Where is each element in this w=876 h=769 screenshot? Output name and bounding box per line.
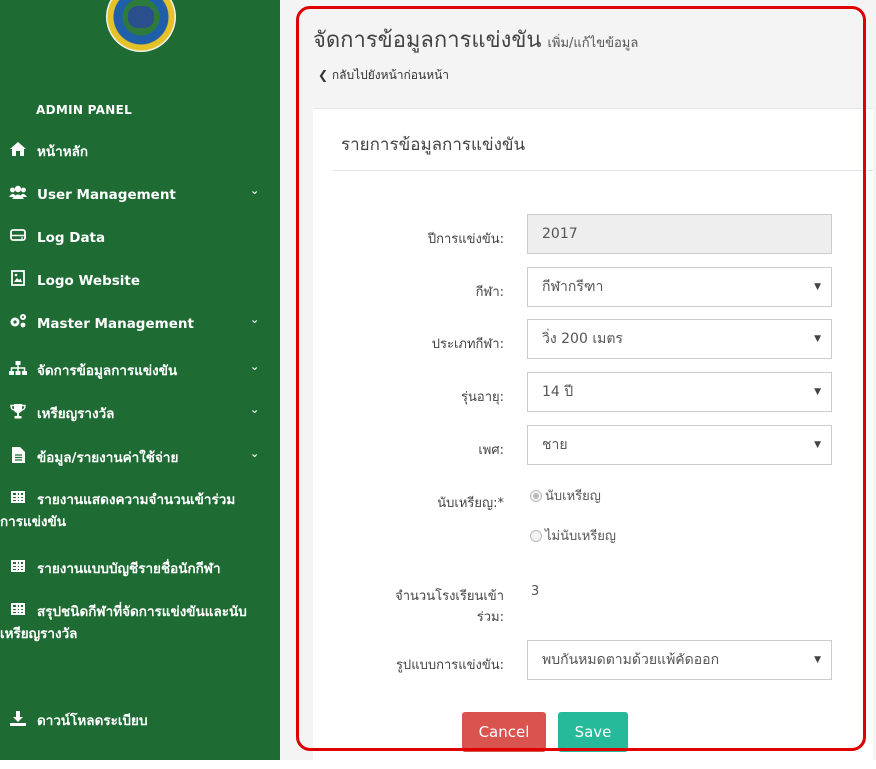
file-icon	[9, 447, 27, 463]
download-icon	[9, 710, 27, 726]
institution-logo	[106, 0, 176, 52]
chevron-down-icon: ⌄	[250, 360, 260, 373]
sidebar-item-logo-website[interactable]: Logo Website	[0, 270, 280, 292]
hdd-icon	[9, 227, 27, 243]
sidebar-item-log-data[interactable]: Log Data	[0, 227, 280, 249]
home-icon	[9, 141, 27, 157]
sidebar-item-label: ข้อมูล/รายงานค่าใช้จ่าย	[37, 450, 179, 466]
sidebar-item-label: สรุปชนิดกีฬาที่จัดการแข่งขันและนับเหรียญ…	[0, 604, 247, 642]
sidebar-item-label: Logo Website	[37, 273, 141, 289]
sidebar-item-label: ดาวน์โหลดระเบียบ	[37, 713, 148, 729]
cogs-icon	[9, 313, 27, 329]
sidebar-item-medals[interactable]: เหรียญรางวัล ⌄	[0, 403, 280, 425]
chevron-down-icon: ⌄	[250, 447, 260, 460]
sidebar-item-master-management[interactable]: Master Management ⌄	[0, 313, 280, 335]
sidebar-item-label: จัดการข้อมูลการแข่งขัน	[37, 363, 178, 379]
sidebar-item-user-management[interactable]: User Management ⌄	[0, 184, 280, 206]
sidebar-item-expenses[interactable]: ข้อมูล/รายงานค่าใช้จ่าย ⌄	[0, 447, 280, 469]
sitemap-icon	[9, 360, 27, 376]
sidebar-item-competition-data[interactable]: จัดการข้อมูลการแข่งขัน ⌄	[0, 360, 280, 382]
sidebar-item-sports-summary[interactable]: สรุปชนิดกีฬาที่จัดการแข่งขันและนับเหรียญ…	[0, 601, 280, 642]
sidebar-item-participation-report[interactable]: รายงานแสดงความจำนวนเข้าร่วมการแข่งขัน	[0, 489, 280, 530]
sidebar-item-label: Master Management	[37, 316, 194, 332]
sidebar-item-label: รายงานแสดงความจำนวนเข้าร่วมการแข่งขัน	[0, 492, 236, 530]
sidebar-item-download-rules[interactable]: ดาวน์โหลดระเบียบ	[0, 710, 280, 732]
sidebar-item-athlete-list-report[interactable]: รายงานแบบบัญชีรายชื่อนักกีฬา	[0, 558, 280, 580]
sidebar-item-home[interactable]: หน้าหลัก	[0, 141, 280, 163]
sidebar-item-label: User Management	[37, 187, 176, 203]
sidebar-item-label: Log Data	[37, 230, 106, 246]
panel-title: ADMIN PANEL	[36, 103, 133, 117]
users-icon	[9, 184, 27, 200]
table-icon	[9, 558, 27, 574]
sidebar-item-label: หน้าหลัก	[37, 144, 89, 160]
highlight-frame	[296, 6, 866, 751]
chevron-down-icon: ⌄	[250, 184, 260, 197]
chevron-down-icon: ⌄	[250, 403, 260, 416]
sidebar-item-label: รายงานแบบบัญชีรายชื่อนักกีฬา	[37, 561, 221, 577]
image-file-icon	[9, 270, 27, 286]
sidebar: ADMIN PANEL หน้าหลัก User Management ⌄ L…	[0, 0, 280, 760]
trophy-icon	[9, 403, 27, 419]
chevron-down-icon: ⌄	[250, 313, 260, 326]
sidebar-item-label: เหรียญรางวัล	[37, 406, 115, 422]
